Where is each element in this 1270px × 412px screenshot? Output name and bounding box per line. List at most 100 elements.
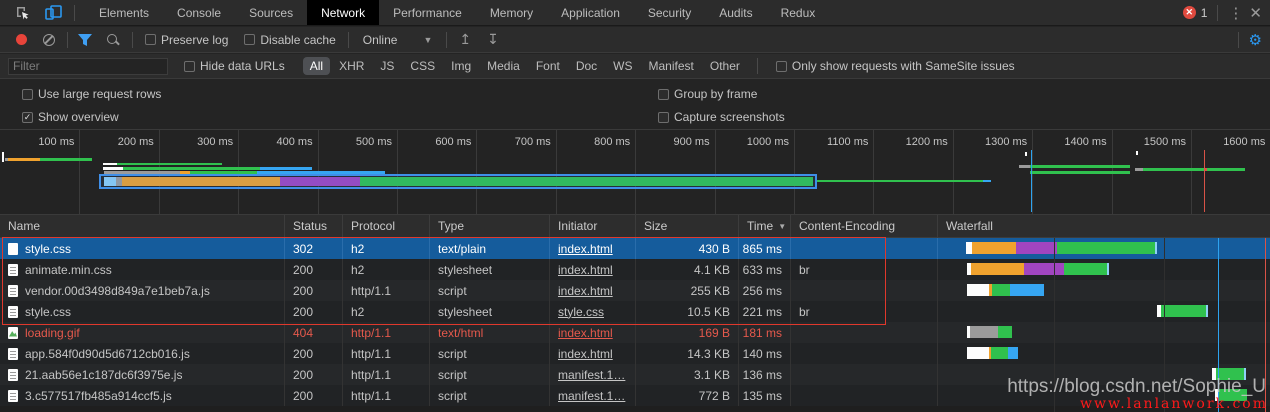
cell-waterfall — [937, 259, 1270, 280]
initiator-link[interactable]: manifest.1… — [558, 389, 625, 403]
settings-gear-icon[interactable]: ⚙ — [1249, 31, 1262, 49]
filter-type-manifest[interactable]: Manifest — [642, 57, 701, 75]
column-header-initiator[interactable]: Initiator — [549, 215, 635, 237]
checkbox[interactable] — [658, 89, 669, 100]
close-icon[interactable]: ✕ — [1249, 4, 1262, 22]
tab-sources[interactable]: Sources — [235, 0, 307, 25]
use-large-rows-checkbox[interactable]: Use large request rows — [22, 87, 161, 101]
network-overview-timeline[interactable]: 100 ms200 ms300 ms400 ms500 ms600 ms700 … — [0, 130, 1270, 215]
column-header-content-encoding[interactable]: Content-Encoding — [790, 215, 937, 237]
waterfall-bar-segment — [992, 284, 1010, 296]
overview-gridline — [476, 130, 477, 214]
throttling-select[interactable]: Online ▼ — [363, 33, 433, 47]
column-header-type[interactable]: Type — [429, 215, 549, 237]
initiator-link[interactable]: index.html — [558, 347, 613, 361]
column-header-waterfall[interactable]: Waterfall — [937, 215, 1270, 237]
checkbox[interactable]: ✓ — [22, 112, 33, 123]
request-name[interactable]: app.584f0d90d5d6712cb016.js — [25, 347, 190, 361]
request-name[interactable]: style.css — [25, 242, 71, 256]
checkbox[interactable] — [184, 61, 195, 72]
export-har-icon[interactable]: ↧ — [487, 31, 499, 48]
filter-input[interactable] — [8, 58, 168, 75]
cell-time: 221 ms — [738, 301, 790, 322]
import-har-icon[interactable]: ↥ — [459, 31, 471, 48]
group-by-frame-checkbox[interactable]: Group by frame — [658, 87, 757, 101]
cell-time: 633 ms — [738, 259, 790, 280]
cell-status: 200 — [284, 301, 342, 322]
request-name[interactable]: loading.gif — [25, 326, 80, 340]
table-row[interactable]: animate.min.css200h2stylesheetindex.html… — [0, 259, 1270, 280]
tab-application[interactable]: Application — [547, 0, 634, 25]
disable-cache-checkbox[interactable]: Disable cache — [244, 33, 335, 47]
initiator-link[interactable]: index.html — [558, 326, 613, 340]
column-header-time[interactable]: Time▼ — [738, 215, 790, 237]
request-name[interactable]: animate.min.css — [25, 263, 112, 277]
checkbox[interactable] — [22, 89, 33, 100]
filter-type-css[interactable]: CSS — [403, 57, 442, 75]
table-row[interactable]: style.css302h2text/plainindex.html430 B8… — [0, 238, 1270, 259]
inspect-element-icon[interactable] — [10, 2, 36, 24]
checkbox[interactable] — [776, 61, 787, 72]
samesite-checkbox[interactable]: Only show requests with SameSite issues — [776, 59, 1015, 73]
initiator-link[interactable]: index.html — [558, 284, 613, 298]
column-header-size[interactable]: Size — [635, 215, 738, 237]
document-file-icon — [8, 306, 18, 318]
column-header-status[interactable]: Status — [284, 215, 342, 237]
initiator-link[interactable]: index.html — [558, 263, 613, 277]
overview-bar — [1136, 151, 1138, 155]
cell-type: text/html — [429, 322, 549, 343]
filter-icon[interactable] — [72, 29, 98, 51]
clear-icon[interactable] — [43, 34, 55, 46]
filter-type-other[interactable]: Other — [703, 57, 747, 75]
device-toolbar-icon[interactable] — [40, 2, 66, 24]
column-header-protocol[interactable]: Protocol — [342, 215, 429, 237]
filter-type-ws[interactable]: WS — [606, 57, 639, 75]
sort-descending-icon: ▼ — [778, 222, 786, 231]
tab-console[interactable]: Console — [163, 0, 235, 25]
tab-network[interactable]: Network — [307, 0, 379, 25]
tab-redux[interactable]: Redux — [767, 0, 830, 25]
request-name[interactable]: 3.c577517fb485a914ccf5.js — [25, 389, 172, 403]
tab-audits[interactable]: Audits — [705, 0, 766, 25]
initiator-link[interactable]: style.css — [558, 305, 604, 319]
waterfall-bar-segment — [967, 347, 989, 359]
filter-type-img[interactable]: Img — [444, 57, 478, 75]
capture-screenshots-checkbox[interactable]: Capture screenshots — [658, 110, 785, 124]
overview-selected-request-bar[interactable] — [99, 174, 817, 189]
preserve-log-checkbox[interactable]: Preserve log — [145, 33, 228, 47]
request-name[interactable]: 21.aab56e1c187dc6f3975e.js — [25, 368, 182, 382]
waterfall-bar-segment — [971, 263, 1024, 275]
show-overview-checkbox[interactable]: ✓ Show overview — [22, 110, 119, 124]
filter-type-doc[interactable]: Doc — [569, 57, 604, 75]
filter-type-font[interactable]: Font — [529, 57, 567, 75]
tab-elements[interactable]: Elements — [85, 0, 163, 25]
search-icon[interactable] — [106, 33, 120, 47]
filter-type-all[interactable]: All — [303, 57, 330, 75]
tab-security[interactable]: Security — [634, 0, 705, 25]
table-row[interactable]: app.584f0d90d5d6712cb016.js200http/1.1sc… — [0, 343, 1270, 364]
tab-memory[interactable]: Memory — [476, 0, 547, 25]
initiator-link[interactable]: index.html — [558, 242, 613, 256]
request-name[interactable]: style.css — [25, 305, 71, 319]
checkbox[interactable] — [244, 34, 255, 45]
table-row[interactable]: style.css200h2stylesheetstyle.css10.5 KB… — [0, 301, 1270, 322]
checkbox[interactable] — [145, 34, 156, 45]
checkbox[interactable] — [658, 112, 669, 123]
cell-time: 135 ms — [738, 385, 790, 406]
hide-data-urls-checkbox[interactable]: Hide data URLs — [184, 59, 285, 73]
kebab-menu-icon[interactable]: ⋮ — [1228, 4, 1243, 22]
error-badge[interactable]: ✕ 1 — [1183, 6, 1208, 20]
tab-performance[interactable]: Performance — [379, 0, 476, 25]
request-name[interactable]: vendor.00d3498d849a7e1beb7a.js — [25, 284, 210, 298]
filter-type-media[interactable]: Media — [480, 57, 527, 75]
column-header-name[interactable]: Name — [0, 215, 284, 237]
filter-type-xhr[interactable]: XHR — [332, 57, 371, 75]
table-row[interactable]: loading.gif404http/1.1text/htmlindex.htm… — [0, 322, 1270, 343]
table-row[interactable]: 3.c577517fb485a914ccf5.js200http/1.1scri… — [0, 385, 1270, 406]
table-row[interactable]: vendor.00d3498d849a7e1beb7a.js200http/1.… — [0, 280, 1270, 301]
initiator-link[interactable]: manifest.1… — [558, 368, 625, 382]
record-button[interactable] — [16, 34, 27, 45]
filter-type-js[interactable]: JS — [373, 57, 401, 75]
table-row[interactable]: 21.aab56e1c187dc6f3975e.js200http/1.1scr… — [0, 364, 1270, 385]
network-toolbar: Preserve log Disable cache Online ▼ ↥ ↧ … — [0, 27, 1270, 53]
